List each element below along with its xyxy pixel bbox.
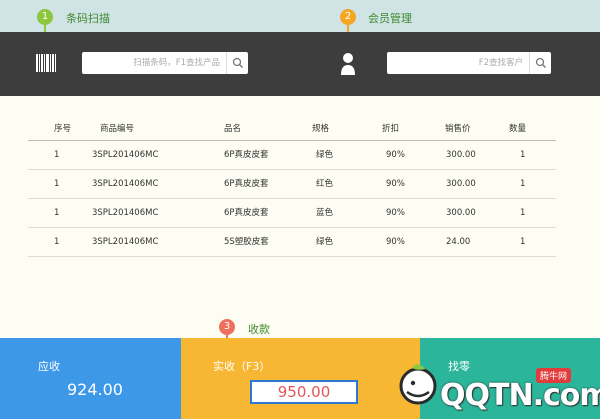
cell-discount: 90% <box>386 208 405 218</box>
member-search-box <box>387 52 551 74</box>
table-row[interactable]: 1 3SPL201406MC 6P真皮皮套 红色 90% 300.00 1 <box>28 170 556 199</box>
callout-label-member: 会员管理 <box>368 12 412 25</box>
cell-quantity: 1 <box>520 237 526 247</box>
cell-product-name: 6P真皮皮套 <box>224 208 269 218</box>
cell-product-name: 6P真皮皮套 <box>224 150 269 160</box>
member-search-button[interactable] <box>529 52 551 74</box>
callout-label-checkout: 收款 <box>248 323 270 336</box>
cell-spec: 蓝色 <box>316 208 334 218</box>
header-index: 序号 <box>54 124 72 134</box>
callout-badge-barcode: 1 <box>37 9 53 33</box>
received-label: 实收（F3） <box>213 360 271 373</box>
receivable-panel: 应收 924.00 <box>0 338 181 419</box>
cell-index: 1 <box>54 237 60 247</box>
cell-quantity: 1 <box>520 208 526 218</box>
callout-label-barcode: 条码扫描 <box>66 12 110 25</box>
callout-badge-member: 2 <box>340 9 356 33</box>
table-row[interactable]: 1 3SPL201406MC 6P真皮皮套 绿色 90% 300.00 1 <box>28 141 556 170</box>
cell-spec: 绿色 <box>316 150 334 160</box>
member-search-input[interactable] <box>387 52 529 74</box>
received-amount-input[interactable]: 950.00 <box>250 380 358 404</box>
user-icon <box>341 53 355 75</box>
cart-area: 序号 商品编号 品名 规格 折扣 销售价 数量 1 3SPL201406MC 6P真… <box>0 96 600 338</box>
cell-price: 300.00 <box>446 150 476 160</box>
change-panel: 找零 <box>420 338 600 419</box>
received-panel: 实收（F3） 950.00 <box>181 338 420 419</box>
receivable-label: 应收 <box>38 360 60 373</box>
header-price: 销售价 <box>445 124 471 134</box>
cell-product-code: 3SPL201406MC <box>92 150 159 160</box>
receivable-amount: 924.00 <box>67 380 123 399</box>
header-quantity: 数量 <box>509 124 527 134</box>
barcode-icon <box>36 54 56 72</box>
cell-index: 1 <box>54 208 60 218</box>
callout-badge-checkout: 3 <box>219 319 235 343</box>
table-header-row: 序号 商品编号 品名 规格 折扣 销售价 数量 <box>28 124 556 141</box>
search-icon <box>232 57 243 68</box>
cell-spec: 绿色 <box>316 237 334 247</box>
cart-table: 序号 商品编号 品名 规格 折扣 销售价 数量 1 3SPL201406MC 6P真… <box>28 124 556 257</box>
cell-price: 300.00 <box>446 208 476 218</box>
scan-toolbar <box>0 32 600 96</box>
change-label: 找零 <box>448 360 470 373</box>
cell-quantity: 1 <box>520 179 526 189</box>
barcode-search-input[interactable] <box>82 52 226 74</box>
table-row[interactable]: 1 3SPL201406MC 6P真皮皮套 蓝色 90% 300.00 1 <box>28 199 556 228</box>
cell-product-code: 3SPL201406MC <box>92 237 159 247</box>
header-product-code: 商品编号 <box>100 124 135 134</box>
cell-discount: 90% <box>386 237 405 247</box>
barcode-search-button[interactable] <box>226 52 248 74</box>
cell-index: 1 <box>54 150 60 160</box>
cell-quantity: 1 <box>520 150 526 160</box>
barcode-search-box <box>82 52 248 74</box>
header-discount: 折扣 <box>382 124 400 134</box>
cell-index: 1 <box>54 179 60 189</box>
cell-price: 24.00 <box>446 237 471 247</box>
cell-spec: 红色 <box>316 179 334 189</box>
cell-product-code: 3SPL201406MC <box>92 179 159 189</box>
cell-price: 300.00 <box>446 179 476 189</box>
header-spec: 规格 <box>312 124 330 134</box>
cell-product-code: 3SPL201406MC <box>92 208 159 218</box>
table-row[interactable]: 1 3SPL201406MC 5S塑胶皮套 绿色 90% 24.00 1 <box>28 228 556 257</box>
header-product-name: 品名 <box>224 124 242 134</box>
cell-product-name: 5S塑胶皮套 <box>224 237 269 247</box>
cell-product-name: 6P真皮皮套 <box>224 179 269 189</box>
search-icon <box>535 57 546 68</box>
cell-discount: 90% <box>386 179 405 189</box>
cell-discount: 90% <box>386 150 405 160</box>
